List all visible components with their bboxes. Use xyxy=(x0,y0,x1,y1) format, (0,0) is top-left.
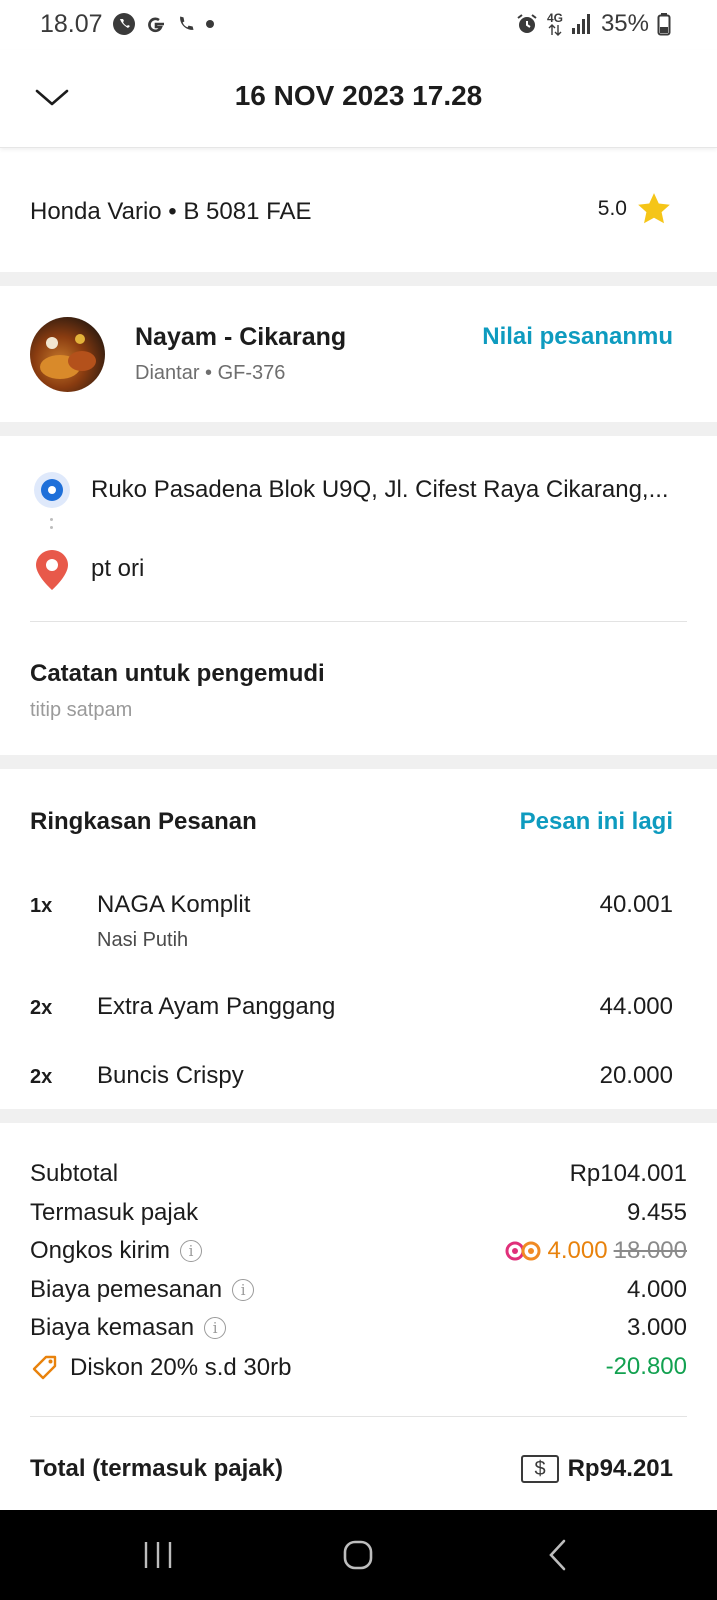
discount-value: -20.800 xyxy=(605,1353,687,1380)
order-fee-value: 4.000 xyxy=(626,1276,687,1303)
system-nav-bar xyxy=(0,1510,717,1600)
order-fee-label: Biaya pemesanan xyxy=(30,1276,223,1303)
route-connector xyxy=(50,518,54,538)
delivery-fee-original: 18.000 xyxy=(613,1237,687,1264)
phone-icon xyxy=(180,16,194,30)
divider xyxy=(30,621,687,622)
order-item: 1x NAGA Komplit Nasi Putih 40.001 xyxy=(0,891,717,961)
recent-apps-button[interactable] xyxy=(133,1530,183,1580)
subtotal-row: Subtotal Rp104.001 xyxy=(30,1160,687,1192)
order-item: 2x Extra Ayam Panggang 44.000 xyxy=(0,993,717,1027)
order-fee-row: Biaya pemesanan i 4.000 xyxy=(30,1276,687,1308)
total-value: Rp94.201 xyxy=(567,1455,673,1482)
delivery-fee-label-group: Ongkos kirim i xyxy=(30,1237,203,1265)
rate-order-link[interactable]: Nilai pesananmu xyxy=(482,323,673,351)
location-pin-icon xyxy=(36,550,68,590)
packaging-fee-row: Biaya kemasan i 3.000 xyxy=(30,1314,687,1346)
system-icons: 4G 35% xyxy=(515,10,671,38)
item-option: Nasi Putih xyxy=(97,929,189,951)
home-button[interactable] xyxy=(333,1530,383,1580)
total-label: Total (termasuk pajak) xyxy=(30,1455,283,1482)
divider xyxy=(30,1416,687,1417)
whatsapp-icon xyxy=(113,13,135,35)
cash-icon: $ xyxy=(521,1455,559,1483)
star-icon xyxy=(638,193,670,224)
data-arrows-icon xyxy=(548,24,562,36)
restaurant-logo xyxy=(30,317,105,392)
driver-rating: 5.0 xyxy=(598,190,673,228)
delivery-fee-value-group: 4.000 18.000 xyxy=(504,1237,687,1265)
item-qty: 2x xyxy=(30,1066,53,1088)
tag-icon xyxy=(32,1355,57,1380)
tax-row: Termasuk pajak 9.455 xyxy=(30,1199,687,1231)
item-price: 40.001 xyxy=(599,891,673,918)
packaging-fee-label: Biaya kemasan xyxy=(30,1314,195,1341)
section-separator xyxy=(0,422,717,436)
item-qty: 2x xyxy=(30,997,53,1019)
alarm-icon xyxy=(517,14,537,33)
network-type: 4G xyxy=(547,12,563,36)
recent-apps-icon xyxy=(144,1542,172,1568)
item-name: Buncis Crispy xyxy=(97,1062,244,1089)
delivery-fee-label: Ongkos kirim xyxy=(30,1237,171,1264)
destination-address: pt ori xyxy=(91,555,145,582)
page-header: 16 NOV 2023 17.28 xyxy=(0,50,717,148)
section-separator xyxy=(0,272,717,286)
packaging-fee-label-group: Biaya kemasan i xyxy=(30,1314,227,1342)
item-price: 20.000 xyxy=(599,1062,673,1089)
status-time: 18.07 xyxy=(40,10,103,38)
subscription-badge-icon xyxy=(505,1241,541,1261)
item-name: NAGA Komplit xyxy=(97,891,251,918)
pickup-address: Ruko Pasadena Blok U9Q, Jl. Cifest Raya … xyxy=(91,476,669,503)
status-bar: 18.07 4G 35% xyxy=(0,0,717,50)
delivery-fee-discounted: 4.000 xyxy=(547,1237,608,1264)
discount-label-group: Diskon 20% s.d 30rb xyxy=(30,1353,291,1383)
subtotal-value: Rp104.001 xyxy=(569,1160,687,1187)
pickup-dot-icon xyxy=(34,472,70,508)
page-title: 16 NOV 2023 17.28 xyxy=(234,80,483,111)
home-icon xyxy=(343,1540,373,1570)
reorder-link[interactable]: Pesan ini lagi xyxy=(520,808,673,836)
notification-icons xyxy=(112,12,216,36)
restaurant-name: Nayam - Cikarang xyxy=(135,323,347,351)
item-price: 44.000 xyxy=(599,993,673,1020)
google-icon xyxy=(148,17,164,33)
signal-icon xyxy=(571,14,590,34)
info-icon[interactable]: i xyxy=(180,1240,203,1262)
order-summary-title: Ringkasan Pesanan xyxy=(30,808,257,835)
tax-value: 9.455 xyxy=(626,1199,687,1226)
food-image-icon xyxy=(40,334,96,379)
order-item: 2x Buncis Crispy 20.000 xyxy=(0,1062,717,1096)
driver-note-text: titip satpam xyxy=(30,699,133,721)
delivery-fee-row: Ongkos kirim i 4.000 18.000 xyxy=(30,1237,687,1269)
back-icon xyxy=(549,1539,566,1571)
battery-icon xyxy=(657,13,671,36)
discount-row: Diskon 20% s.d 30rb -20.800 xyxy=(30,1353,687,1385)
section-separator xyxy=(0,755,717,769)
info-icon[interactable]: i xyxy=(204,1317,227,1339)
order-id: Diantar • GF-376 xyxy=(135,362,286,384)
section-separator xyxy=(0,1109,717,1123)
info-icon[interactable]: i xyxy=(232,1279,255,1301)
back-button[interactable] xyxy=(533,1530,583,1580)
discount-label: Diskon 20% s.d 30rb xyxy=(70,1354,292,1381)
tax-label: Termasuk pajak xyxy=(30,1199,199,1226)
rating-value: 5.0 xyxy=(597,197,627,220)
item-qty: 1x xyxy=(30,895,53,917)
vehicle-info: Honda Vario • B 5081 FAE xyxy=(30,198,312,225)
dot-icon xyxy=(206,20,214,28)
subtotal-label: Subtotal xyxy=(30,1160,119,1187)
battery-percent: 35% xyxy=(600,10,649,37)
packaging-fee-value: 3.000 xyxy=(626,1314,687,1341)
item-name: Extra Ayam Panggang xyxy=(97,993,336,1020)
driver-note-title: Catatan untuk pengemudi xyxy=(30,660,325,687)
order-fee-label-group: Biaya pemesanan i xyxy=(30,1276,255,1304)
